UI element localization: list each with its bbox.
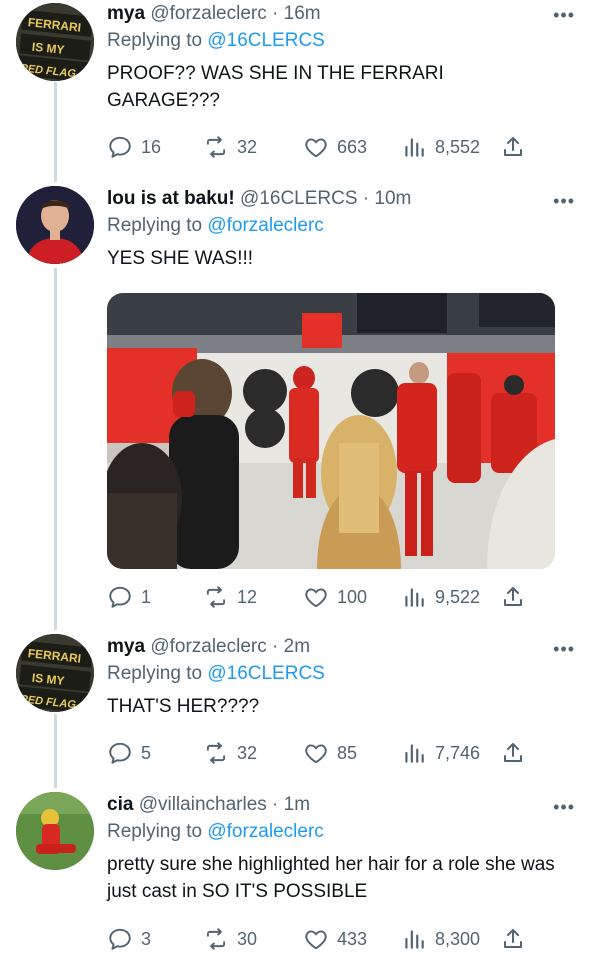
- replying-to-label: Replying to: [107, 663, 203, 684]
- more-options-icon[interactable]: •••: [553, 191, 575, 212]
- like-count: 433: [337, 928, 368, 949]
- author-name[interactable]: mya: [107, 3, 145, 24]
- reply-button[interactable]: 16: [107, 132, 161, 162]
- avatar[interactable]: FERRARI IS MY RED FLAG: [16, 634, 94, 712]
- avatar[interactable]: [16, 792, 94, 870]
- retweet-button[interactable]: 32: [203, 738, 257, 768]
- views-icon: [401, 584, 427, 610]
- author-name[interactable]: cia: [107, 794, 133, 815]
- author-handle[interactable]: @16CLERCS: [240, 188, 358, 209]
- separator: ·: [272, 3, 279, 24]
- views-button[interactable]: 8,552: [401, 132, 480, 162]
- view-count: 9,522: [435, 586, 481, 607]
- timestamp[interactable]: 2m: [284, 636, 310, 657]
- view-count: 8,552: [435, 136, 481, 157]
- separator: ·: [272, 636, 279, 657]
- reply-count: 1: [141, 586, 152, 607]
- retweet-icon: [203, 926, 229, 952]
- like-button[interactable]: 85: [303, 738, 357, 768]
- retweet-count: 32: [237, 742, 258, 763]
- tweet-photo[interactable]: [107, 293, 555, 569]
- author-handle[interactable]: @villaincharles: [139, 794, 267, 815]
- views-icon: [401, 740, 427, 766]
- timestamp[interactable]: 1m: [284, 794, 310, 815]
- separator: ·: [362, 188, 370, 209]
- views-button[interactable]: 9,522: [401, 582, 480, 612]
- avatar[interactable]: [16, 186, 94, 264]
- reply-count: 16: [141, 136, 162, 157]
- like-count: 85: [337, 742, 358, 763]
- more-options-icon[interactable]: •••: [553, 5, 575, 26]
- retweet-button[interactable]: 32: [203, 132, 257, 162]
- more-options-icon[interactable]: •••: [553, 797, 575, 818]
- share-icon[interactable]: [501, 926, 525, 952]
- view-count: 7,746: [435, 742, 481, 763]
- replying-to-link[interactable]: @16CLERCS: [207, 30, 325, 51]
- retweet-count: 32: [237, 136, 258, 157]
- replying-to-label: Replying to: [107, 215, 203, 236]
- tweet-text: pretty sure she highlighted her hair for…: [107, 854, 555, 902]
- garage-photo: [107, 293, 555, 569]
- retweet-button[interactable]: 30: [203, 924, 257, 954]
- author-handle[interactable]: @forzaleclerc: [150, 636, 266, 657]
- like-button[interactable]: 663: [303, 132, 367, 162]
- tweet-text: YES SHE WAS!!!: [107, 248, 254, 269]
- heart-icon: [303, 740, 329, 766]
- replying-to-link[interactable]: @16CLERCS: [207, 663, 325, 684]
- tweet[interactable]: cia @villaincharles · 1m Replying to @fo…: [0, 790, 597, 960]
- reply-count: 3: [141, 928, 152, 949]
- retweet-count: 30: [237, 928, 258, 949]
- reply-icon: [107, 926, 133, 952]
- views-icon: [401, 926, 427, 952]
- share-icon[interactable]: [501, 740, 525, 766]
- replying-to-label: Replying to: [107, 30, 203, 51]
- reply-button[interactable]: 5: [107, 738, 151, 768]
- author-handle[interactable]: @forzaleclerc: [150, 3, 266, 24]
- like-button[interactable]: 433: [303, 924, 367, 954]
- retweet-count: 12: [237, 586, 258, 607]
- retweet-icon: [203, 584, 229, 610]
- reply-icon: [107, 740, 133, 766]
- author-name[interactable]: lou is at baku!: [107, 188, 235, 209]
- separator: ·: [272, 794, 279, 815]
- replying-to-label: Replying to: [107, 821, 203, 842]
- timestamp[interactable]: 10m: [374, 188, 411, 209]
- tweet[interactable]: FERRARI IS MY RED FLAG mya @forzaleclerc…: [0, 0, 597, 180]
- views-button[interactable]: 8,300: [401, 924, 480, 954]
- tweet-text: THAT'S HER????: [107, 696, 260, 717]
- retweet-button[interactable]: 12: [203, 582, 257, 612]
- reply-button[interactable]: 1: [107, 582, 151, 612]
- heart-icon: [303, 134, 329, 160]
- heart-icon: [303, 584, 329, 610]
- views-button[interactable]: 7,746: [401, 738, 480, 768]
- replying-to-link[interactable]: @forzaleclerc: [207, 215, 323, 236]
- more-options-icon[interactable]: •••: [553, 639, 575, 660]
- reply-icon: [107, 584, 133, 610]
- reply-icon: [107, 134, 133, 160]
- avatar[interactable]: FERRARI IS MY RED FLAG: [16, 3, 94, 81]
- share-icon[interactable]: [501, 584, 525, 610]
- like-count: 100: [337, 586, 368, 607]
- replying-to-link[interactable]: @forzaleclerc: [207, 821, 323, 842]
- views-icon: [401, 134, 427, 160]
- view-count: 8,300: [435, 928, 481, 949]
- share-icon[interactable]: [501, 134, 525, 160]
- retweet-icon: [203, 740, 229, 766]
- tweet[interactable]: FERRARI IS MY RED FLAG mya @forzaleclerc…: [0, 632, 597, 782]
- tweet[interactable]: lou is at baku! @16CLERCS · 10m Replying…: [0, 184, 597, 624]
- retweet-icon: [203, 134, 229, 160]
- like-count: 663: [337, 136, 368, 157]
- reply-button[interactable]: 3: [107, 924, 151, 954]
- author-name[interactable]: mya: [107, 636, 145, 657]
- timestamp[interactable]: 16m: [284, 3, 321, 24]
- like-button[interactable]: 100: [303, 582, 367, 612]
- reply-count: 5: [141, 742, 152, 763]
- tweet-text: PROOF?? WAS SHE IN THE FERRARI GARAGE???: [107, 63, 444, 111]
- heart-icon: [303, 926, 329, 952]
